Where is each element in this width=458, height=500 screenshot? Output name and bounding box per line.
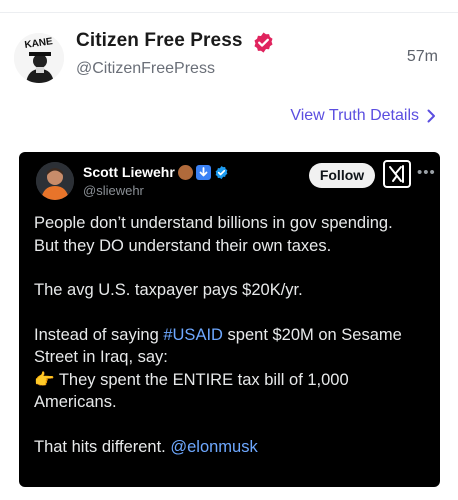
author-handle[interactable]: @CitizenFreePress [76, 60, 215, 78]
tweet-line: Street in Iraq, say: [34, 348, 168, 366]
author-name[interactable]: Citizen Free Press [76, 30, 243, 52]
bear-face-icon [177, 164, 193, 180]
view-truth-details-link[interactable]: View Truth Details [290, 107, 436, 125]
tweet-line: The avg U.S. taxpayer pays $20K/yr. [34, 281, 303, 299]
elonmusk-mention[interactable]: @elonmusk [170, 438, 257, 456]
embed-author-name[interactable]: Scott Liewehr [83, 164, 229, 180]
tweet-line: That hits different. @elonmusk [34, 436, 432, 459]
tweet-text-segment: They spent the ENTIRE tax bill of 1,000 [54, 370, 349, 389]
follow-button[interactable]: Follow [309, 163, 375, 188]
embed-avatar-image [36, 162, 74, 200]
blue-verified-icon [215, 165, 228, 179]
tweet-text-segment: spent $20M on Sesame [222, 325, 402, 344]
author-avatar[interactable]: KANE [14, 33, 64, 83]
verified-badge-icon [254, 32, 273, 53]
pointing-hand-icon: 👉 [34, 370, 55, 389]
post-timestamp: 57m [406, 48, 438, 65]
top-divider [0, 12, 458, 13]
tweet-line: Americans. [34, 393, 117, 411]
tweet-line: But they DO understand their own taxes. [34, 236, 332, 255]
grok-xai-glyph [389, 165, 404, 183]
embed-author-handle[interactable]: @sliewehr [83, 183, 144, 198]
tweet-text-segment: Instead of saying [34, 325, 164, 344]
avatar-image: KANE [14, 33, 64, 83]
usaid-hashtag[interactable]: #USAID [163, 326, 223, 344]
tweet-line: 👉 They spent the ENTIRE tax bill of 1,00… [34, 369, 432, 392]
tweet-text-segment: That hits different. [34, 437, 171, 456]
grok-xai-icon[interactable] [383, 160, 411, 188]
tweet-text: People don’t understand billions in gov … [34, 212, 432, 458]
view-truth-details-label: View Truth Details [290, 107, 419, 124]
tweet-line: People don’t understand billions in gov … [34, 214, 393, 232]
more-options-icon[interactable]: ••• [417, 164, 436, 181]
chevron-right-icon [427, 109, 435, 123]
embed-author-name-text: Scott Liewehr [83, 164, 175, 180]
tweet-line: Instead of saying #USAID spent $20M on S… [34, 324, 432, 347]
embedded-post-image[interactable]: Scott Liewehr @sliewehr Follow ••• Peopl… [19, 152, 440, 487]
down-arrow-badge-icon [195, 164, 211, 180]
embed-author-avatar[interactable] [36, 162, 74, 200]
